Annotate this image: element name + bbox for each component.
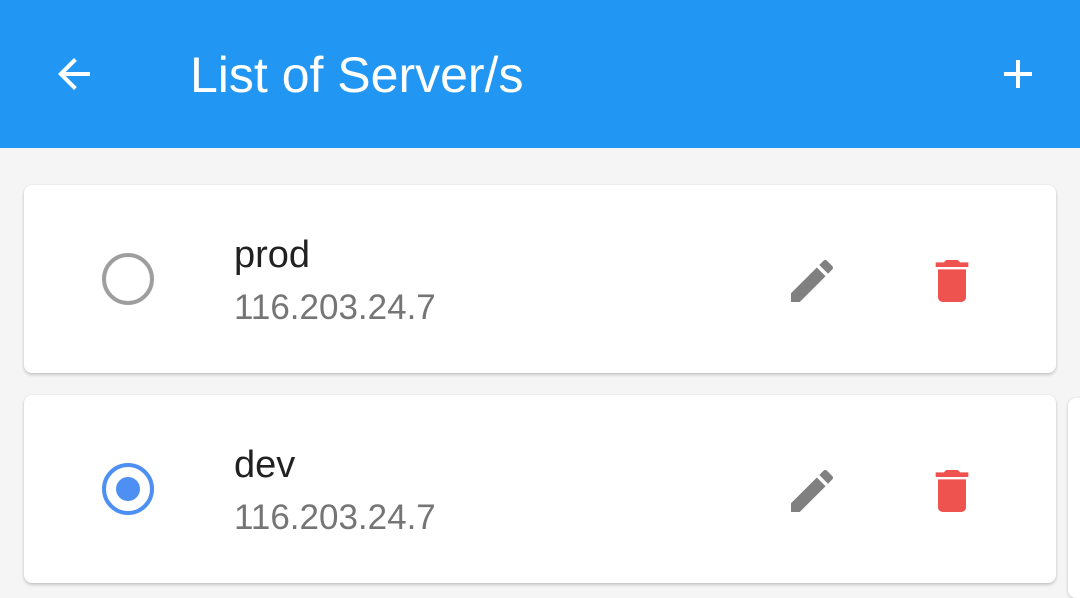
partial-card-edge <box>1068 398 1080 598</box>
delete-server-button[interactable] <box>924 463 980 519</box>
edit-server-button[interactable] <box>784 463 840 519</box>
server-ip: 116.203.24.7 <box>234 288 436 327</box>
server-select-radio[interactable] <box>102 463 154 515</box>
server-name: dev <box>234 444 296 486</box>
plus-icon <box>1004 60 1032 88</box>
trash-icon <box>935 470 969 512</box>
server-card[interactable]: dev 116.203.24.7 <box>24 395 1056 583</box>
back-button[interactable] <box>46 46 102 102</box>
page-title: List of Server/s <box>190 47 524 103</box>
edit-server-button[interactable] <box>784 253 840 309</box>
pencil-icon <box>791 259 834 302</box>
trash-icon <box>935 260 969 302</box>
arrow-back-icon <box>58 58 90 90</box>
delete-server-button[interactable] <box>924 253 980 309</box>
radio-selected-dot <box>116 477 140 501</box>
app-bar: List of Server/s <box>0 0 1080 148</box>
server-card[interactable]: prod 116.203.24.7 <box>24 185 1056 373</box>
server-name: prod <box>234 234 311 276</box>
server-ip: 116.203.24.7 <box>234 498 436 537</box>
pencil-icon <box>791 469 834 512</box>
server-select-radio[interactable] <box>102 253 154 305</box>
add-server-button[interactable] <box>990 46 1046 102</box>
